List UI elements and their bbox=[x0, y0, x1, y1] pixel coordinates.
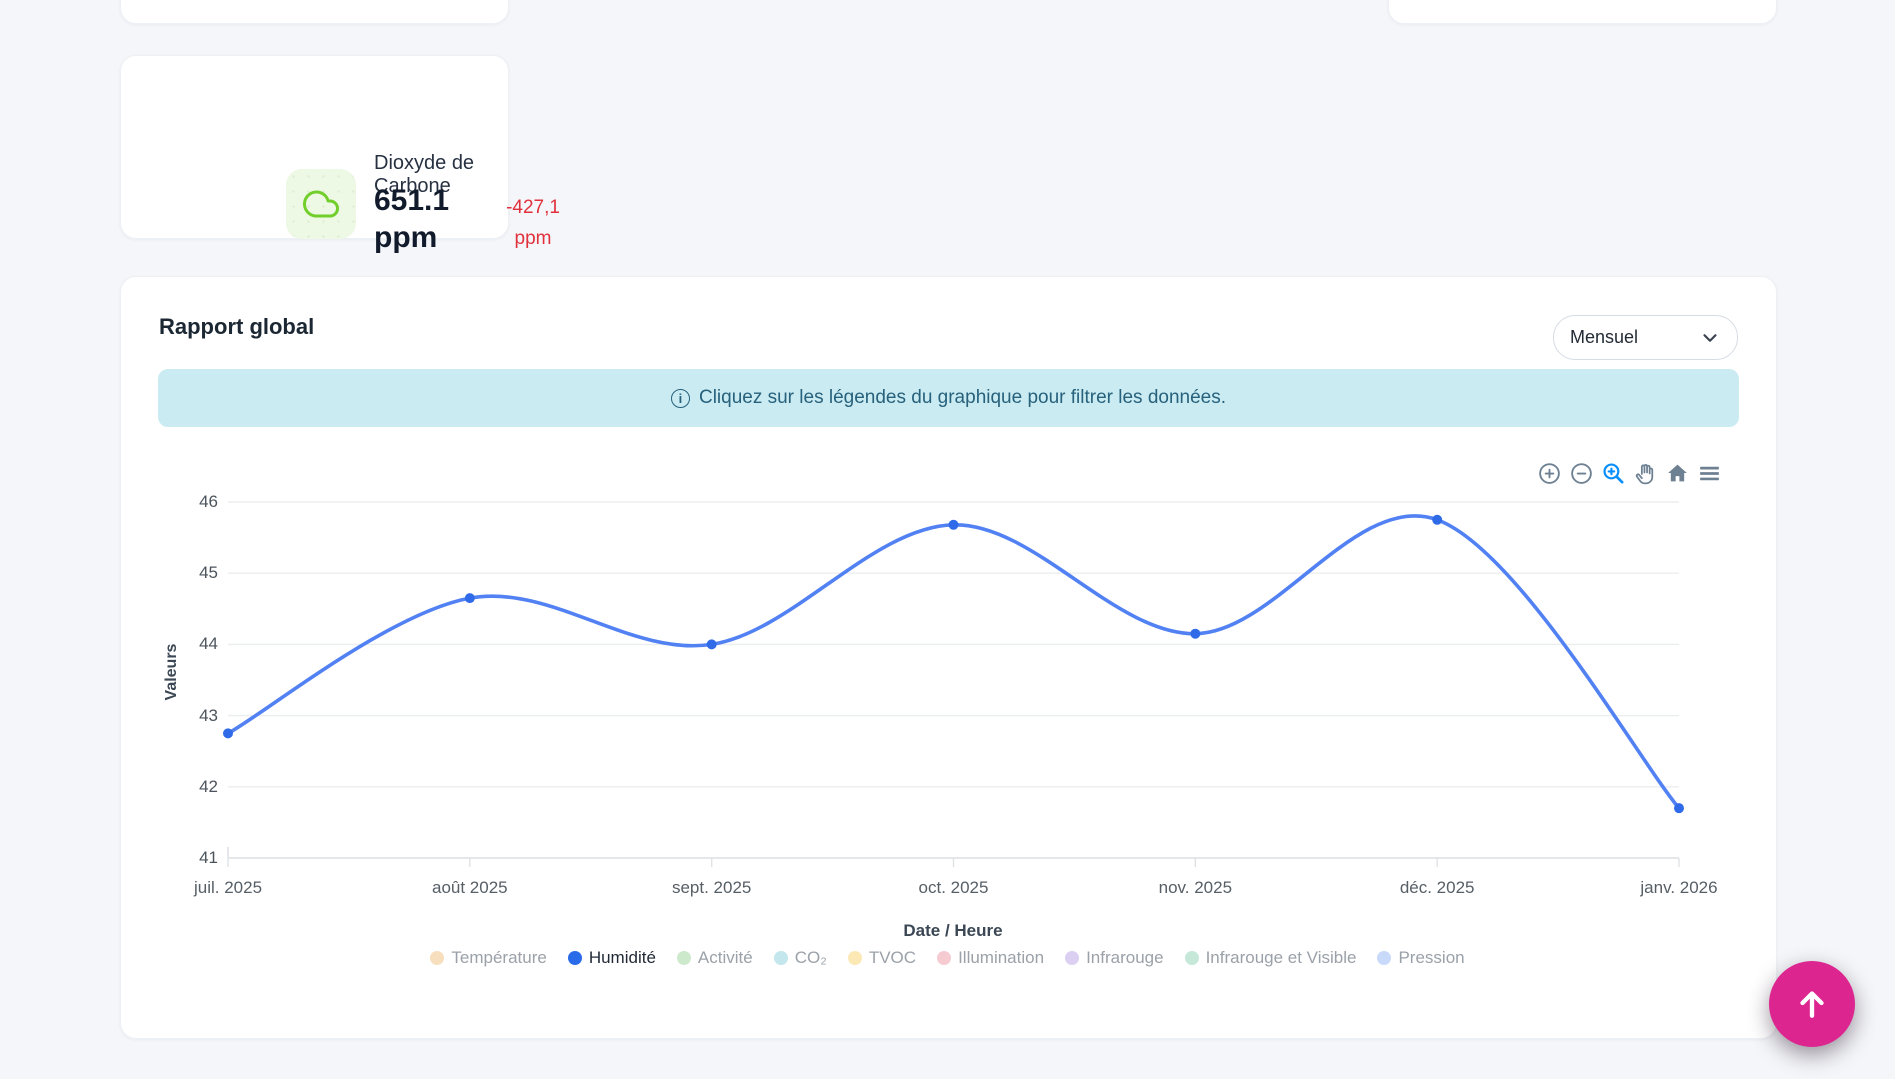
legend-item-co-[interactable]: CO₂ bbox=[774, 948, 827, 968]
legend-label: Pression bbox=[1398, 948, 1464, 968]
x-tick-label: janv. 2026 bbox=[1599, 878, 1759, 898]
legend-item-infrarouge-et-visible[interactable]: Infrarouge et Visible bbox=[1185, 948, 1357, 968]
legend-marker-icon bbox=[677, 951, 691, 965]
legend-label: Illumination bbox=[958, 948, 1044, 968]
period-select-value: Mensuel bbox=[1570, 327, 1638, 348]
chart-plot[interactable] bbox=[140, 450, 1740, 870]
legend-marker-icon bbox=[848, 951, 862, 965]
legend-item-temp-rature[interactable]: Température bbox=[430, 948, 546, 968]
y-axis-title: Valeurs bbox=[163, 612, 183, 732]
legend-item-infrarouge[interactable]: Infrarouge bbox=[1065, 948, 1164, 968]
data-point-marker[interactable] bbox=[949, 520, 959, 530]
co2-icon-tile bbox=[286, 169, 356, 239]
chevron-down-icon bbox=[1699, 327, 1721, 349]
data-point-marker[interactable] bbox=[223, 728, 233, 738]
legend-marker-icon bbox=[1185, 951, 1199, 965]
top-right-partial-card bbox=[1388, 0, 1777, 24]
x-tick-label: déc. 2025 bbox=[1357, 878, 1517, 898]
info-icon: i bbox=[671, 389, 690, 408]
legend-label: Infrarouge et Visible bbox=[1206, 948, 1357, 968]
cloud-icon bbox=[303, 186, 339, 222]
co2-card-delta: -427,1 ppm bbox=[493, 192, 573, 254]
data-point-marker[interactable] bbox=[1432, 515, 1442, 525]
legend-label: Température bbox=[451, 948, 546, 968]
top-left-partial-card bbox=[120, 0, 509, 24]
legend-item-tvoc[interactable]: TVOC bbox=[848, 948, 916, 968]
report-title: Rapport global bbox=[159, 314, 314, 340]
legend-label: TVOC bbox=[869, 948, 916, 968]
legend-marker-icon bbox=[1377, 951, 1391, 965]
dashboard-page: Dioxyde de Carbone 651.1 ppm -427,1 ppm … bbox=[0, 0, 1895, 1079]
legend-item-humidit-[interactable]: Humidité bbox=[568, 948, 656, 968]
y-tick-label: 43 bbox=[148, 706, 218, 726]
legend-label: CO₂ bbox=[795, 948, 827, 968]
data-point-marker[interactable] bbox=[465, 593, 475, 603]
humidite-line bbox=[228, 516, 1679, 808]
x-tick-label: sept. 2025 bbox=[632, 878, 792, 898]
x-tick-label: août 2025 bbox=[390, 878, 550, 898]
x-axis-title: Date / Heure bbox=[803, 921, 1103, 941]
legend-hint-banner: i Cliquez sur les légendes du graphique … bbox=[158, 369, 1739, 427]
legend-marker-icon bbox=[568, 951, 582, 965]
legend-label: Humidité bbox=[589, 948, 656, 968]
data-point-marker[interactable] bbox=[1674, 803, 1684, 813]
legend-label: Infrarouge bbox=[1086, 948, 1164, 968]
data-point-marker[interactable] bbox=[707, 639, 717, 649]
x-tick-label: nov. 2025 bbox=[1115, 878, 1275, 898]
banner-text: Cliquez sur les légendes du graphique po… bbox=[699, 387, 1226, 409]
y-tick-label: 46 bbox=[148, 492, 218, 512]
y-tick-label: 41 bbox=[148, 848, 218, 868]
chart-legend: Température Humidité Activité CO₂ TVOC Illumi… bbox=[140, 948, 1755, 968]
y-tick-label: 42 bbox=[148, 777, 218, 797]
legend-item-pression[interactable]: Pression bbox=[1377, 948, 1464, 968]
legend-marker-icon bbox=[430, 951, 444, 965]
x-tick-label: oct. 2025 bbox=[874, 878, 1034, 898]
legend-item-illumination[interactable]: Illumination bbox=[937, 948, 1044, 968]
co2-stat-card: Dioxyde de Carbone 651.1 ppm -427,1 ppm bbox=[120, 55, 509, 239]
y-tick-label: 45 bbox=[148, 563, 218, 583]
y-tick-label: 44 bbox=[148, 634, 218, 654]
x-tick-label: juil. 2025 bbox=[148, 878, 308, 898]
legend-marker-icon bbox=[937, 951, 951, 965]
data-point-marker[interactable] bbox=[1190, 629, 1200, 639]
legend-item-activit-[interactable]: Activité bbox=[677, 948, 753, 968]
legend-marker-icon bbox=[1065, 951, 1079, 965]
period-select[interactable]: Mensuel bbox=[1553, 315, 1738, 360]
legend-marker-icon bbox=[774, 951, 788, 965]
scroll-top-fab[interactable] bbox=[1769, 961, 1855, 1047]
co2-card-value: 651.1 ppm bbox=[374, 182, 449, 256]
arrow-up-icon bbox=[1792, 984, 1832, 1024]
legend-label: Activité bbox=[698, 948, 753, 968]
